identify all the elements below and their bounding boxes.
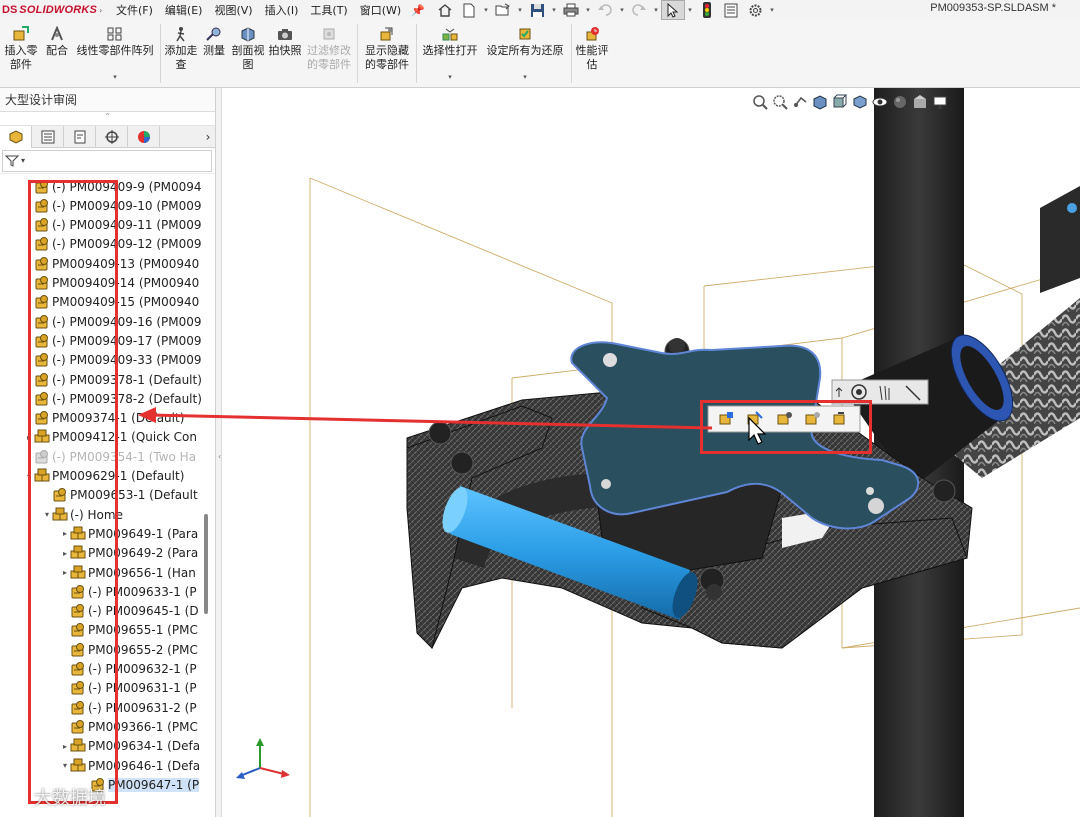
annotation-arrow <box>138 407 713 430</box>
watermark-text: 大数据境 <box>34 788 106 809</box>
watermark-logo-icon <box>9 790 28 803</box>
watermark: 大数据境 <box>8 784 106 810</box>
